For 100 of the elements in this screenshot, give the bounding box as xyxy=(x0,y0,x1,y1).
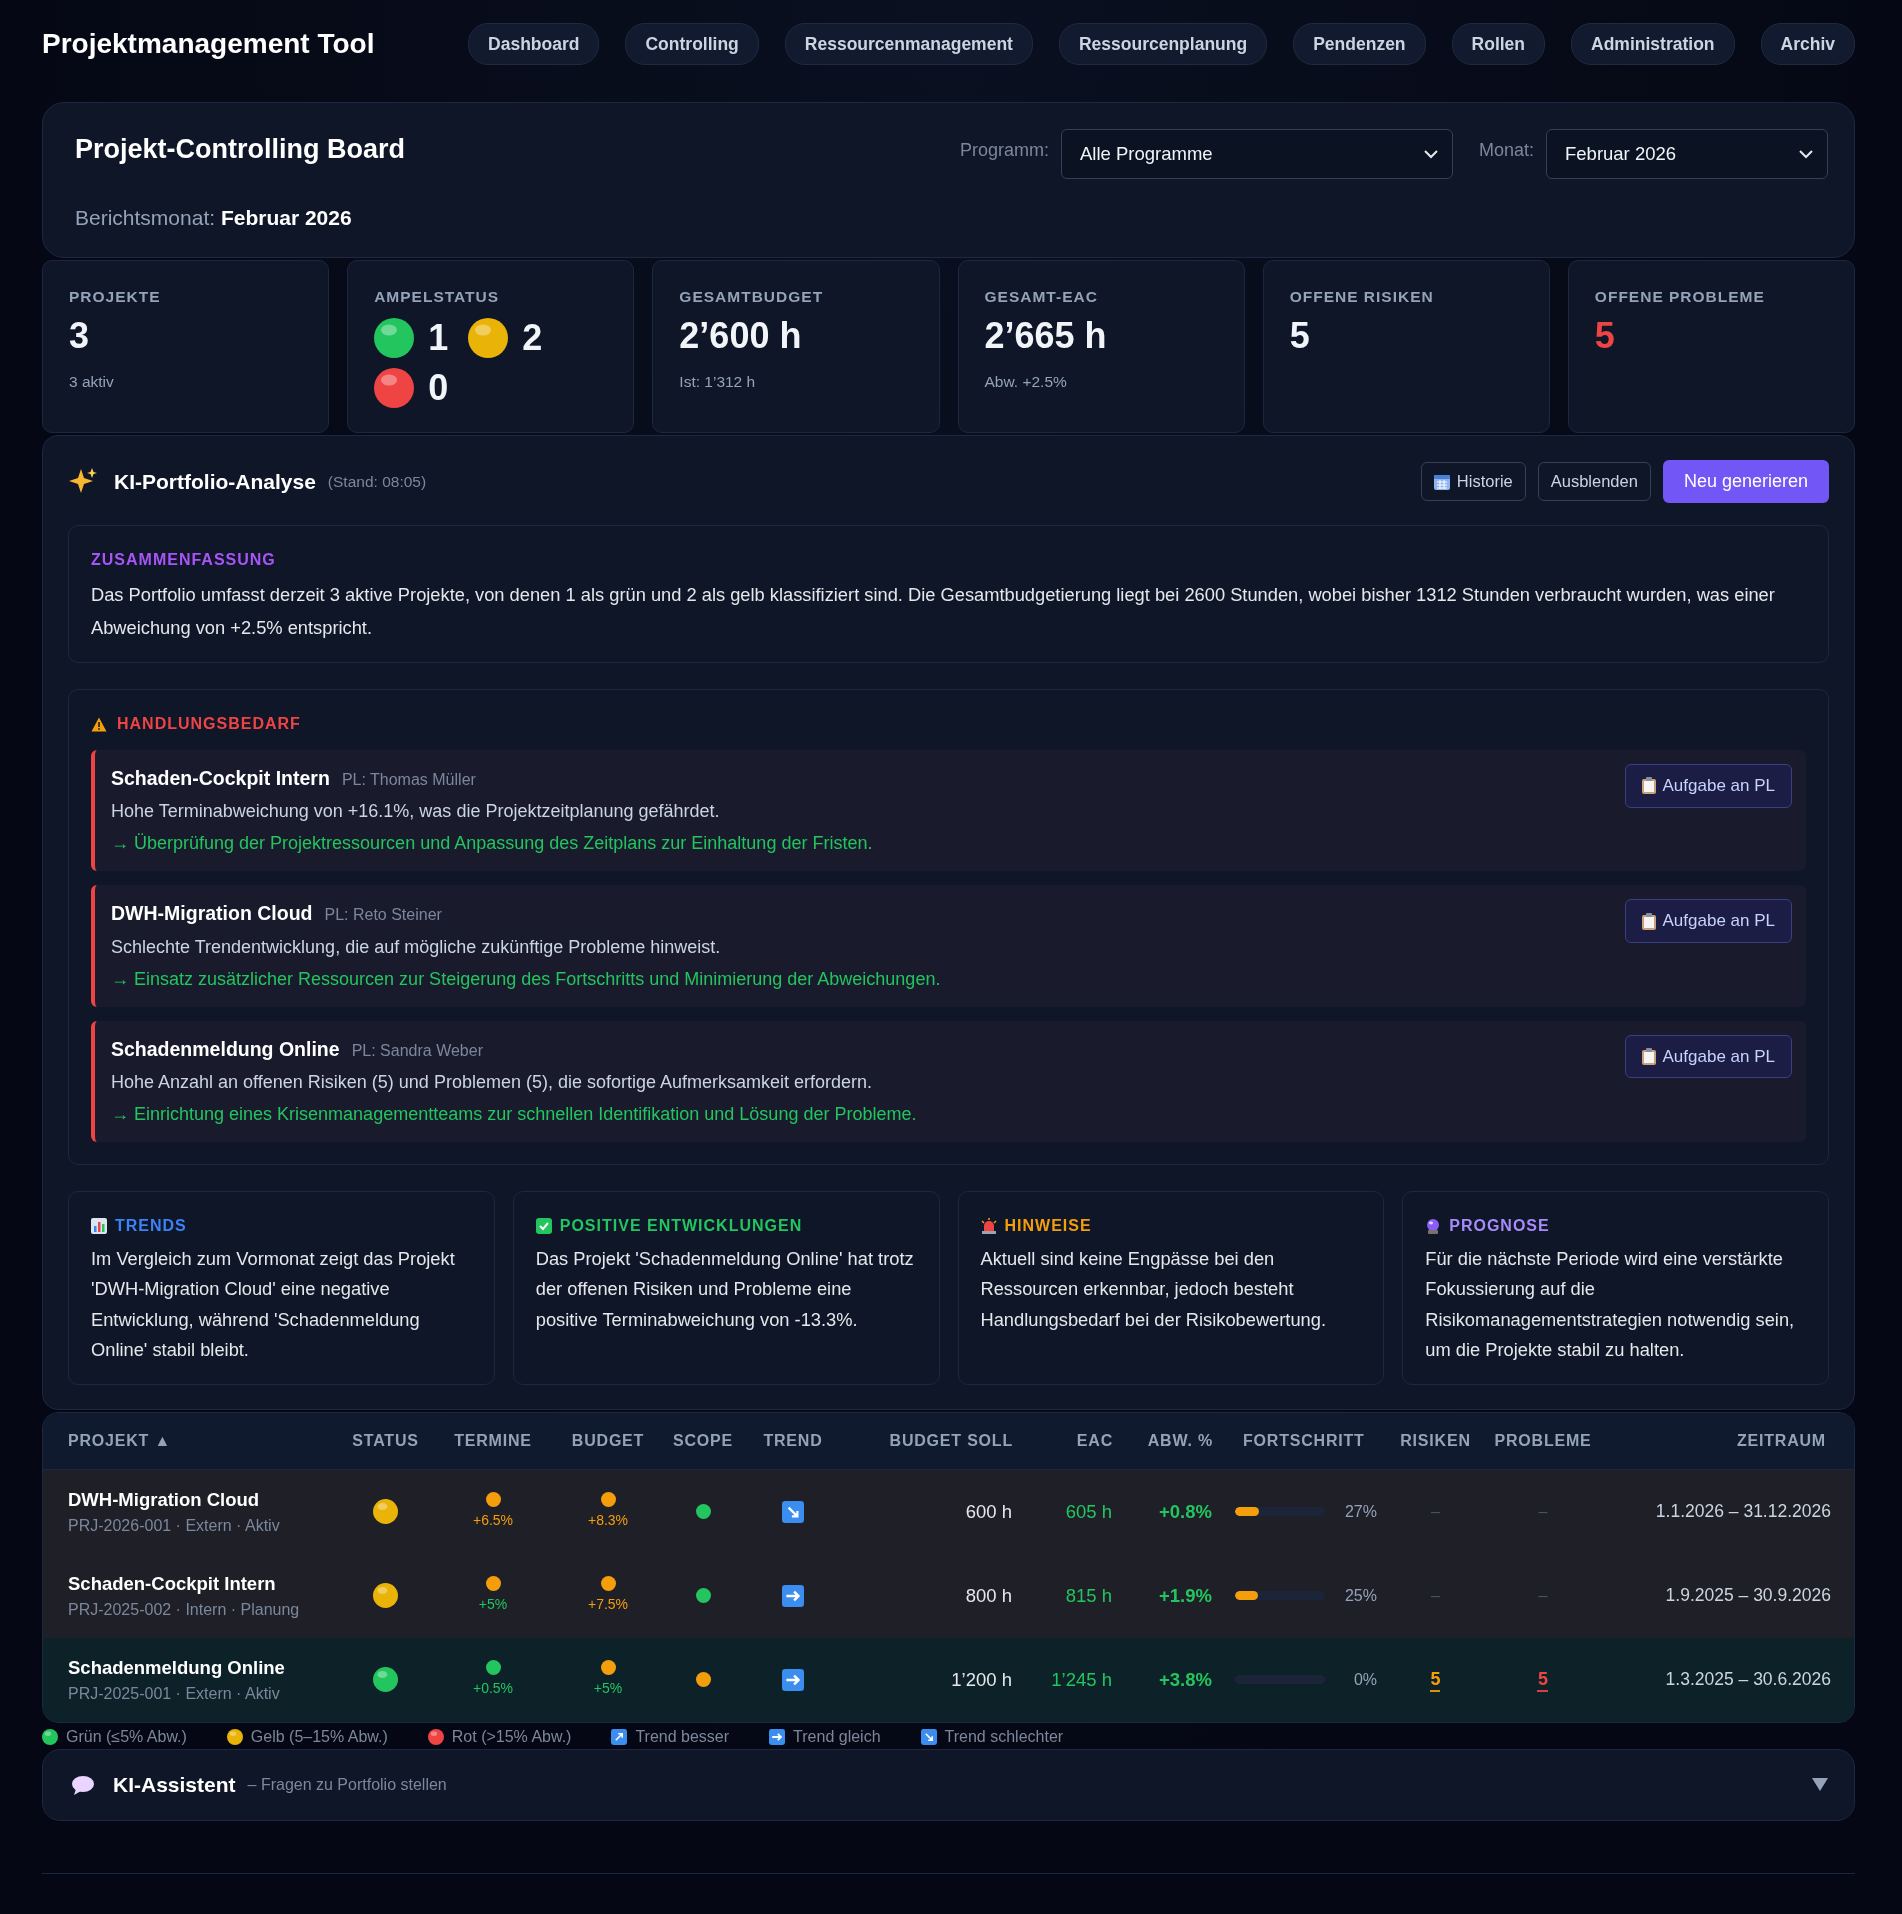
deviation-value: +6.5% xyxy=(472,1511,514,1531)
table-row[interactable]: Schaden-Cockpit Intern PRJ-2025-002 · Intern · Planung +5% +7.5% 800 h 815 h +1.9% 25% – – 1.9.2025 – 30.9.2026 xyxy=(43,1553,1854,1638)
eac-value: 815 h xyxy=(1065,1584,1112,1606)
kpi-subtext: Ist: 1’312 h xyxy=(679,371,757,392)
table-row[interactable]: Schadenmeldung Online PRJ-2025-001 · Extern · Aktiv +0.5% +5% 1’200 h 1’245 h +3.8% 0% 5 5 1.3.2025 – 30.6.2026 xyxy=(43,1637,1854,1722)
recommendation-text: → Einsatz zusätzlicher Ressourcen zur Steigerung des Fortschritts und Minimierung der Abweichungen. xyxy=(111,967,941,991)
kpi-label: AMPELSTATUS xyxy=(374,287,501,307)
siren-icon xyxy=(980,1217,997,1234)
kpi-label: OFFENE PROBLEME xyxy=(1594,287,1766,307)
project-meta: PRJ-2025-001 · Extern · Aktiv xyxy=(68,1683,281,1704)
legend-label: Grün (≤5% Abw.) xyxy=(66,1726,187,1747)
column-header: RISIKEN xyxy=(1388,1412,1483,1470)
column-header: BUDGET SOLL xyxy=(838,1412,1013,1470)
deviation-value: +5% xyxy=(593,1679,623,1699)
issue-text: Schlechte Trendentwicklung, die auf mögliche zukünftige Probleme hinweist. xyxy=(111,935,722,959)
project-lead: PL: Thomas Müller xyxy=(341,770,476,790)
insight-text: Im Vergleich zum Vormonat zeigt das Projekt 'DWH-Migration Cloud' eine negative Entwicklung, während 'Schadenmeldung Online' stabil bleibt. xyxy=(91,1246,456,1363)
insight-heading: PROGNOSE xyxy=(1449,1215,1550,1236)
deviation-value: +8.3% xyxy=(587,1511,629,1531)
insight-text: Für die nächste Periode wird eine verstärkte Fokussierung auf die Risikomanagementstrategien notwendig sein, um die Projekte stabil zu halten. xyxy=(1425,1246,1796,1363)
count-value[interactable]: 5 xyxy=(1538,1669,1548,1690)
check-box-icon xyxy=(535,1217,552,1234)
app-title: Projektmanagement Tool xyxy=(42,27,375,61)
assign-task-button[interactable]: Aufgabe an PL xyxy=(1624,764,1792,808)
nav-tab[interactable]: Controlling xyxy=(625,22,759,66)
kpi-label: GESAMT-EAC xyxy=(984,287,1099,307)
column-header: SCOPE xyxy=(658,1412,748,1470)
budget-value: 600 h xyxy=(965,1500,1012,1522)
kpi-label: PROJEKTE xyxy=(69,287,162,307)
deviation-percent: +0.8% xyxy=(1159,1500,1212,1522)
recommendation-text: → Einrichtung eines Krisenmanagementteams zur schnellen Identifikation und Lösung der Probleme. xyxy=(111,1102,917,1126)
nav-tab[interactable]: Administration xyxy=(1571,22,1735,66)
assign-task-button[interactable]: Aufgabe an PL xyxy=(1624,899,1792,943)
clipboard-icon xyxy=(1641,1047,1656,1065)
hide-button[interactable]: Ausblenden xyxy=(1537,462,1651,501)
nav-tab[interactable]: Rollen xyxy=(1451,22,1546,66)
page-title: Projekt-Controlling Board xyxy=(75,133,405,166)
empty-value: – xyxy=(1431,1587,1440,1605)
insight-heading: TRENDS xyxy=(115,1215,187,1236)
column-header: STATUS xyxy=(343,1412,428,1470)
deviation-percent: +1.9% xyxy=(1159,1584,1212,1606)
kpi-subtext: Abw. +2.5% xyxy=(984,371,1068,392)
budget-value: 800 h xyxy=(965,1584,1012,1606)
filter-dropdown[interactable]: Februar 2026 xyxy=(1546,129,1828,179)
eac-value: 605 h xyxy=(1065,1500,1112,1522)
assistant-subtitle: – Fragen zu Portfolio stellen xyxy=(247,1774,447,1795)
kpi-value: 5 xyxy=(1594,316,1616,356)
progress-percent: 27% xyxy=(1344,1501,1377,1522)
project-name: DWH-Migration Cloud xyxy=(68,1487,261,1512)
kpi-label: OFFENE RISIKEN xyxy=(1289,287,1435,307)
issue-text: Hohe Anzahl an offenen Risiken (5) und Problemen (5), die sofortige Aufmerksamkeit erfordern. xyxy=(111,1070,874,1094)
nav-tab[interactable]: Ressourcenmanagement xyxy=(784,22,1033,66)
nav-tab[interactable]: Archiv xyxy=(1760,22,1855,66)
action-heading: HANDLUNGSBEDARF xyxy=(117,714,301,734)
timestamp: (Stand: 08:05) xyxy=(327,471,427,492)
deviation-value: +0.5% xyxy=(472,1679,514,1699)
issue-text: Hohe Terminabweichung von +16.1%, was die Projektzeitplanung gefährdet. xyxy=(111,800,721,824)
section-title: KI-Portfolio-Analyse xyxy=(114,468,316,495)
progress-percent: 0% xyxy=(1353,1669,1377,1690)
bar-chart-icon xyxy=(91,1217,107,1234)
legend-label: Gelb (5–15% Abw.) xyxy=(250,1726,388,1747)
kpi-label: GESAMTBUDGET xyxy=(679,287,825,307)
project-lead: PL: Reto Steiner xyxy=(324,905,442,926)
deviation-percent: +3.8% xyxy=(1159,1668,1212,1690)
assistant-panel[interactable]: KI-Assistent – Fragen zu Portfolio stellen xyxy=(42,1748,1855,1821)
assign-task-button[interactable]: Aufgabe an PL xyxy=(1624,1034,1792,1078)
budget-value: 1’200 h xyxy=(951,1668,1012,1690)
deviation-value: +5% xyxy=(478,1595,508,1615)
status-count: 2 xyxy=(522,320,543,357)
project-name: Schaden-Cockpit Intern xyxy=(111,766,330,791)
history-button[interactable]: Historie xyxy=(1420,462,1526,501)
nav-tab[interactable]: Pendenzen xyxy=(1293,22,1426,66)
date-range: 1.3.2025 – 30.6.2026 xyxy=(1665,1669,1831,1690)
kpi-subtext: 3 aktiv xyxy=(69,371,115,392)
kpi-value: 3 xyxy=(69,316,91,356)
column-header: ABW. % xyxy=(1113,1412,1213,1470)
progress-percent: 25% xyxy=(1344,1585,1377,1606)
column-header: FORTSCHRITT xyxy=(1213,1412,1388,1470)
project-lead: PL: Sandra Weber xyxy=(351,1040,483,1061)
clipboard-icon xyxy=(1641,912,1656,930)
report-month: Berichtsmonat: Februar 2026 xyxy=(75,204,353,231)
clipboard-icon xyxy=(1641,777,1656,795)
calendar-icon xyxy=(1433,473,1450,490)
nav-tab[interactable]: Ressourcenplanung xyxy=(1058,22,1268,66)
kpi-value: 2’600 h xyxy=(679,316,803,356)
warning-icon xyxy=(91,716,107,732)
recommendation-text: → Überprüfung der Projektressourcen und Anpassung des Zeitplans zur Einhaltung der Fristen. xyxy=(111,832,873,856)
deviation-value: +7.5% xyxy=(587,1595,629,1615)
column-header: PROJEKT ▲ xyxy=(43,1412,343,1470)
column-header: TERMINE xyxy=(428,1412,558,1470)
status-count: 0 xyxy=(428,370,449,407)
column-header: PROBLEME xyxy=(1483,1412,1603,1470)
legend-label: Trend besser xyxy=(635,1726,730,1747)
speech-bubble-icon xyxy=(71,1774,95,1795)
filter-dropdown[interactable]: Alle Programme xyxy=(1060,129,1453,179)
count-value[interactable]: 5 xyxy=(1430,1669,1441,1690)
project-name: DWH-Migration Cloud xyxy=(111,901,313,927)
nav-tab[interactable]: Dashboard xyxy=(468,22,600,66)
generate-button[interactable]: Neu generieren xyxy=(1662,460,1829,503)
table-row[interactable]: DWH-Migration Cloud PRJ-2026-001 · Extern · Aktiv +6.5% +8.3% 600 h 605 h +0.8% 27% – – 1.1.2026 – 31.12.2026 xyxy=(43,1469,1854,1554)
